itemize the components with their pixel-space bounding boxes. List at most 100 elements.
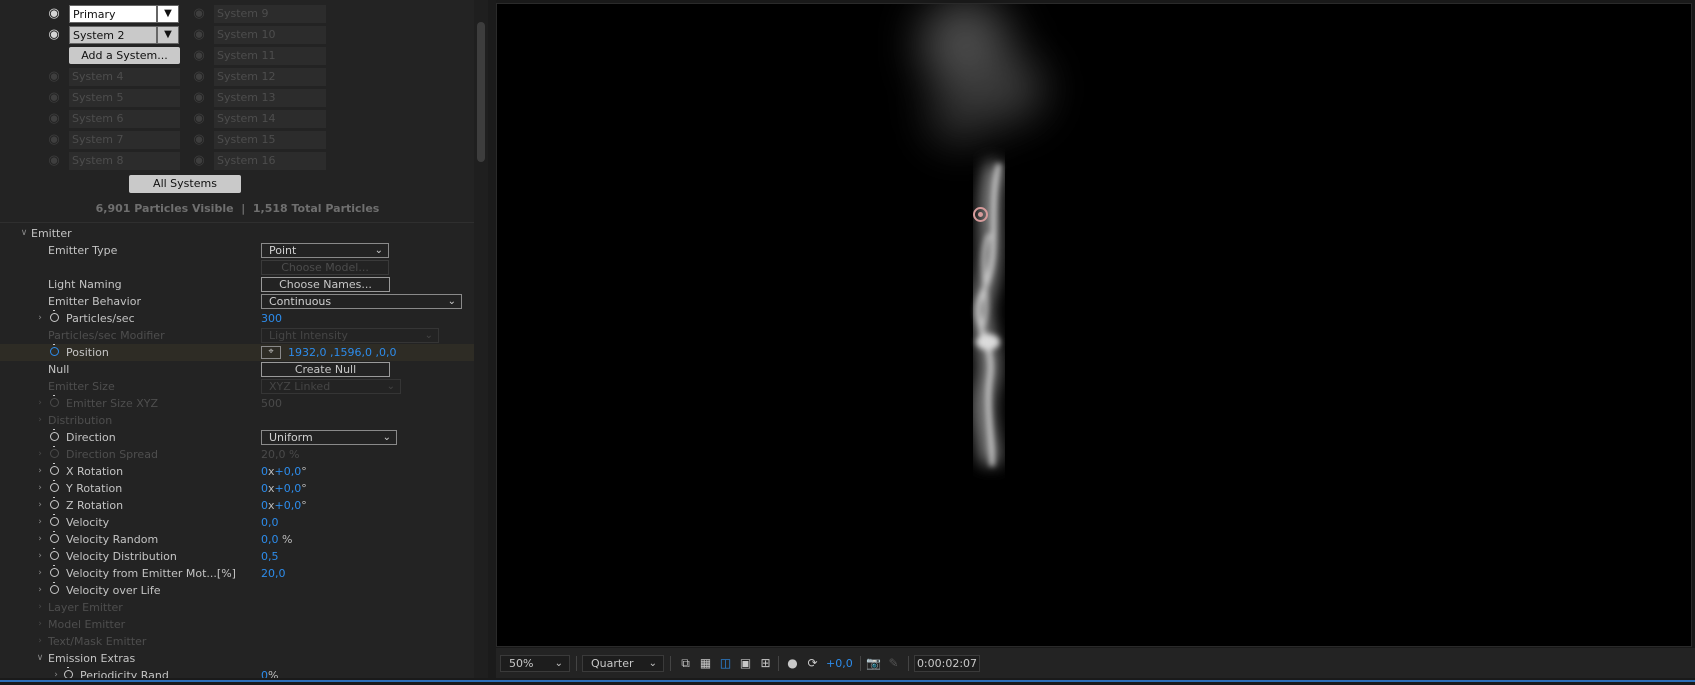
chevron-right-icon[interactable]: › xyxy=(35,412,45,429)
create-null-button[interactable]: Create Null xyxy=(261,362,390,377)
stopwatch-icon[interactable] xyxy=(50,446,59,458)
eye-icon[interactable]: ◉ xyxy=(191,112,207,125)
eye-icon[interactable]: ◉ xyxy=(46,7,62,20)
eye-icon[interactable]: ◉ xyxy=(191,28,207,41)
chevron-right-icon[interactable]: › xyxy=(35,480,45,497)
chevron-right-icon[interactable]: › xyxy=(35,616,45,633)
emitter-behavior-dropdown[interactable]: Continuous ⌄ xyxy=(261,294,462,309)
system-14-field[interactable]: System 14 xyxy=(214,110,326,128)
system-7-field[interactable]: System 7 xyxy=(69,131,180,149)
particles-sec-value[interactable]: 300 xyxy=(261,310,282,327)
system-5-field[interactable]: System 5 xyxy=(69,89,180,107)
eye-icon[interactable]: ◉ xyxy=(46,91,62,104)
all-systems-button[interactable]: All Systems xyxy=(129,175,241,193)
system-12-field[interactable]: System 12 xyxy=(214,68,326,86)
composition-canvas[interactable] xyxy=(496,3,1692,647)
emitter-size-dropdown[interactable]: XYZ Linked ⌄ xyxy=(261,379,401,394)
emitter-type-dropdown[interactable]: Point ⌄ xyxy=(261,243,389,258)
chevron-right-icon[interactable]: › xyxy=(35,514,45,531)
show-snapshot-icon[interactable]: ✎ xyxy=(886,656,901,671)
eye-icon[interactable]: ◉ xyxy=(46,154,62,167)
chevron-right-icon[interactable]: › xyxy=(35,565,45,582)
stopwatch-icon[interactable] xyxy=(50,463,59,475)
stopwatch-icon[interactable] xyxy=(50,565,59,577)
velocity-value[interactable]: 0,0 xyxy=(261,514,279,531)
system-13-field[interactable]: System 13 xyxy=(214,89,326,107)
choose-names-button[interactable]: Choose Names... xyxy=(261,277,390,292)
chevron-right-icon[interactable]: › xyxy=(35,633,45,650)
emitter-section-row[interactable]: ∨ Emitter xyxy=(0,225,474,242)
primary-system-field[interactable]: Primary System xyxy=(69,5,157,39)
velocity-distribution-value[interactable]: 0,5 xyxy=(261,548,279,565)
chevron-right-icon[interactable]: › xyxy=(35,446,45,463)
velocity-random-value[interactable]: 0,0 % xyxy=(261,531,292,548)
eye-icon[interactable]: ◉ xyxy=(191,7,207,20)
chevron-right-icon[interactable]: › xyxy=(35,310,45,327)
choose-model-button[interactable]: Choose Model... xyxy=(261,260,389,275)
system-2-dropdown[interactable]: ▼ xyxy=(157,26,179,44)
chevron-right-icon[interactable]: › xyxy=(35,548,45,565)
scroll-thumb[interactable] xyxy=(477,22,485,162)
system-9-field[interactable]: System 9 xyxy=(214,5,326,23)
eye-icon[interactable]: ◉ xyxy=(46,70,62,83)
stopwatch-icon[interactable] xyxy=(50,531,59,543)
zoom-dropdown[interactable]: 50% ⌄ xyxy=(500,655,570,672)
chevron-down-icon[interactable]: ∨ xyxy=(19,225,29,242)
eye-icon[interactable]: ◉ xyxy=(191,91,207,104)
reset-exposure-icon[interactable]: ⟳ xyxy=(805,656,820,671)
eye-icon[interactable]: ◉ xyxy=(191,154,207,167)
y-rotation-value[interactable]: 0x+0,0° xyxy=(261,480,307,497)
system-16-field[interactable]: System 16 xyxy=(214,152,326,170)
system-2-field[interactable]: System 2 xyxy=(69,26,157,44)
chevron-right-icon[interactable]: › xyxy=(35,599,45,616)
camera-icon[interactable]: 📷 xyxy=(866,656,881,671)
stopwatch-icon[interactable] xyxy=(50,497,59,509)
region-of-interest-icon[interactable]: ▣ xyxy=(738,656,753,671)
eye-icon[interactable]: ◉ xyxy=(191,133,207,146)
stopwatch-icon[interactable] xyxy=(50,429,59,441)
eye-icon[interactable]: ◉ xyxy=(191,49,207,62)
stopwatch-icon[interactable] xyxy=(50,395,59,407)
stopwatch-icon[interactable] xyxy=(50,548,59,560)
eye-icon[interactable]: ◉ xyxy=(191,70,207,83)
system-6-field[interactable]: System 6 xyxy=(69,110,180,128)
chevron-right-icon[interactable]: › xyxy=(35,582,45,599)
position-value[interactable]: 1932,0 ,1596,0 ,0,0 xyxy=(288,344,396,361)
fast-previews-icon[interactable]: ⧉ xyxy=(678,656,693,671)
mask-visibility-icon[interactable]: ◫ xyxy=(718,656,733,671)
panel-scrollbar[interactable] xyxy=(474,0,488,685)
color-channels-icon[interactable]: ● xyxy=(785,656,800,671)
x-rotation-value[interactable]: 0x+0,0° xyxy=(261,463,307,480)
eye-icon[interactable]: ◉ xyxy=(46,28,62,41)
system-4-field[interactable]: System 4 xyxy=(69,68,180,86)
direction-dropdown[interactable]: Uniform ⌄ xyxy=(261,430,397,445)
stopwatch-icon[interactable] xyxy=(50,344,59,356)
crosshair-icon[interactable]: ⌖ xyxy=(261,346,281,359)
system-10-field[interactable]: System 10 xyxy=(214,26,326,44)
direction-spread-value[interactable]: 20,0 % xyxy=(261,446,299,463)
add-system-button[interactable]: Add a System... xyxy=(69,47,180,64)
chevron-down-icon[interactable]: ∨ xyxy=(35,650,45,667)
particles-sec-modifier-dropdown[interactable]: Light Intensity ⌄ xyxy=(261,328,439,343)
crosshair-target-icon[interactable] xyxy=(973,207,988,222)
chevron-right-icon[interactable]: › xyxy=(35,395,45,412)
chevron-right-icon[interactable]: › xyxy=(35,531,45,548)
chevron-right-icon[interactable]: › xyxy=(35,497,45,514)
emitter-size-xyz-value[interactable]: 500 xyxy=(261,395,282,412)
stopwatch-icon[interactable] xyxy=(50,310,59,322)
system-11-field[interactable]: System 11 xyxy=(214,47,326,65)
exposure-value[interactable]: +0,0 xyxy=(826,657,853,670)
stopwatch-icon[interactable] xyxy=(50,480,59,492)
chevron-right-icon[interactable]: › xyxy=(35,463,45,480)
transparency-grid-icon[interactable]: ▦ xyxy=(698,656,713,671)
system-15-field[interactable]: System 15 xyxy=(214,131,326,149)
velocity-from-motion-value[interactable]: 20,0 xyxy=(261,565,286,582)
panel-divider[interactable] xyxy=(488,0,496,685)
primary-system-dropdown[interactable]: ▼ xyxy=(157,5,179,23)
eye-icon[interactable]: ◉ xyxy=(46,112,62,125)
stopwatch-icon[interactable] xyxy=(50,514,59,526)
grid-guides-icon[interactable]: ⊞ xyxy=(758,656,773,671)
timecode-display[interactable]: 0:00:02:07 xyxy=(914,655,980,672)
resolution-dropdown[interactable]: Quarter ⌄ xyxy=(582,655,664,672)
z-rotation-value[interactable]: 0x+0,0° xyxy=(261,497,307,514)
